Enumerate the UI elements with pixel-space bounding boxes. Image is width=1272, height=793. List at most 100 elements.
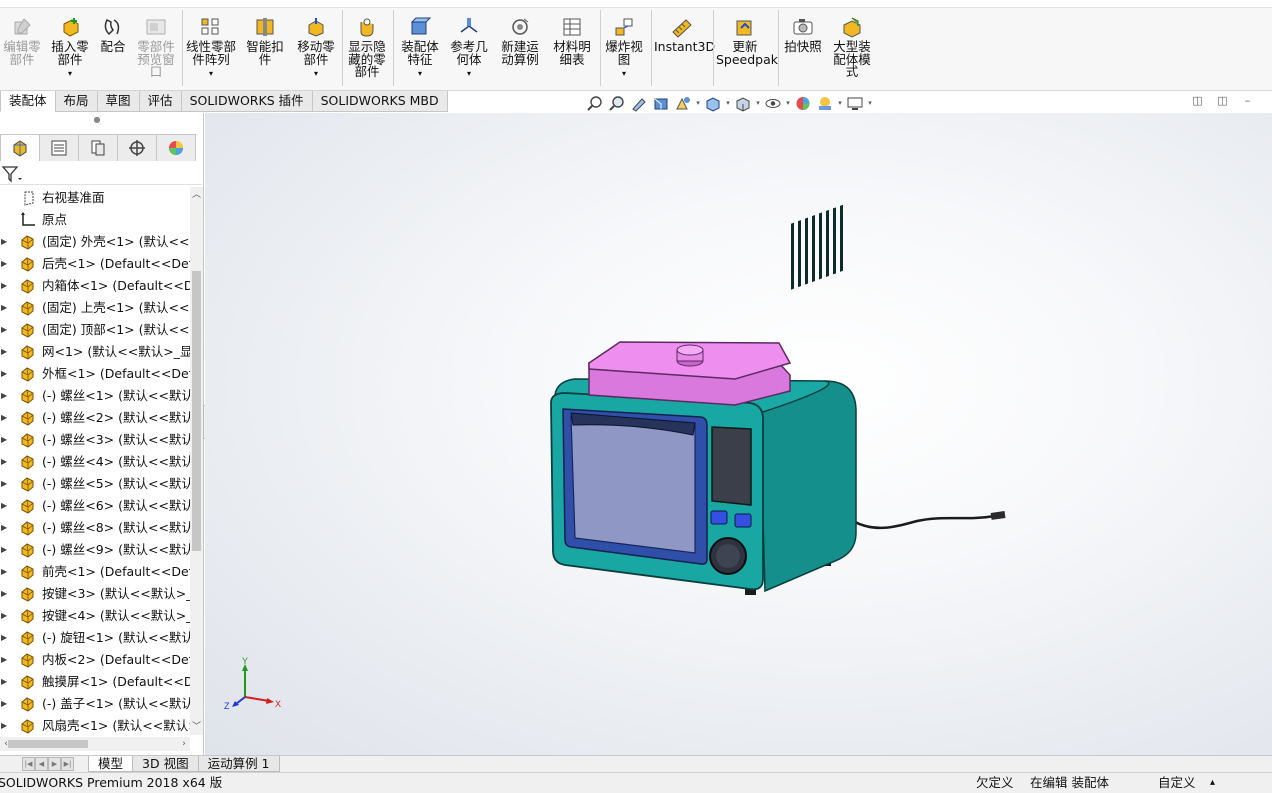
expand-arrow-icon[interactable]: ▶: [1, 649, 9, 671]
expand-arrow-icon[interactable]: ▶: [1, 341, 9, 363]
tree-item[interactable]: ▶ (固定) 上壳<1> (默认<<默: [0, 297, 190, 319]
tree-item[interactable]: ▶ 内板<2> (Default<<Defau: [0, 649, 190, 671]
scroll-right-icon[interactable]: ›: [178, 737, 190, 751]
bottom-tab[interactable]: 运动算例 1: [197, 756, 280, 772]
ribbon-button[interactable]: 编辑零 部件: [0, 12, 44, 88]
tree-horizontal-scrollbar[interactable]: ‹ ›: [0, 737, 190, 751]
ribbon-button[interactable]: 装配体 特征 ▾: [397, 12, 443, 88]
scrollbar-thumb[interactable]: [192, 271, 201, 551]
tree-item[interactable]: ▶ 内箱体<1> (Default<<Def: [0, 275, 190, 297]
view-tool-button[interactable]: [732, 94, 754, 112]
scroll-down-icon[interactable]: ﹀: [190, 721, 203, 733]
tree-item[interactable]: ▶ (-) 螺丝<9> (默认<<默认>: [0, 539, 190, 561]
dropdown-arrow-icon[interactable]: ▾: [447, 68, 491, 81]
tile-right-icon[interactable]: ◫: [1216, 95, 1229, 108]
expand-arrow-icon[interactable]: ▶: [1, 429, 9, 451]
manager-tab[interactable]: [78, 134, 118, 161]
tree-item[interactable]: ▶ (固定) 顶部<1> (默认<<默: [0, 319, 190, 341]
ribbon-button[interactable]: 爆炸视 图 ▾: [601, 12, 647, 88]
expand-arrow-icon[interactable]: ▶: [1, 297, 9, 319]
ribbon-button[interactable]: 智能扣 件: [243, 12, 287, 88]
unit-system[interactable]: 自定义: [1158, 773, 1196, 792]
command-tab[interactable]: 布局: [54, 91, 98, 112]
dropdown-arrow-icon[interactable]: ▾: [48, 68, 92, 81]
tree-item[interactable]: ▶ 触摸屏<1> (Default<<Def: [0, 671, 190, 693]
tree-item[interactable]: ▶ (-) 旋钮<1> (默认<<默认>: [0, 627, 190, 649]
view-tool-button[interactable]: [650, 94, 672, 112]
command-tab[interactable]: SOLIDWORKS MBD: [311, 91, 448, 112]
tree-item[interactable]: ▶ (-) 螺丝<5> (默认<<默认>: [0, 473, 190, 495]
tree-item[interactable]: ▶ (-) 螺丝<3> (默认<<默认>: [0, 429, 190, 451]
expand-arrow-icon[interactable]: ▶: [1, 407, 9, 429]
ribbon-button[interactable]: 零部件 预览窗 口: [134, 12, 178, 88]
ribbon-button[interactable]: 插入零 部件 ▾: [48, 12, 92, 88]
tree-item[interactable]: ▶ 网<1> (默认<<默认>_显示: [0, 341, 190, 363]
last-tab-icon[interactable]: ▶|: [61, 757, 74, 771]
expand-arrow-icon[interactable]: ▶: [1, 451, 9, 473]
tree-item[interactable]: ▶ 前壳<1> (Default<<Defau: [0, 561, 190, 583]
ribbon-button[interactable]: 更新 Speedpak: [716, 12, 778, 88]
filter-icon[interactable]: [1, 164, 23, 184]
expand-arrow-icon[interactable]: ▶: [1, 561, 9, 583]
tile-left-icon[interactable]: ◫: [1191, 95, 1204, 108]
tree-item[interactable]: ▶ 风扇壳<1> (默认<<默认>_: [0, 715, 190, 735]
tree-item[interactable]: ▶ (-) 螺丝<6> (默认<<默认>: [0, 495, 190, 517]
dropdown-arrow-icon[interactable]: ▾: [601, 68, 647, 81]
dropdown-arrow-icon[interactable]: ▾: [754, 99, 762, 107]
expand-arrow-icon[interactable]: ▶: [1, 517, 9, 539]
toaster-oven-model[interactable]: [550, 204, 1006, 595]
tree-item[interactable]: ▶ (-) 螺丝<1> (默认<<默认>: [0, 385, 190, 407]
expand-arrow-icon[interactable]: ▶: [1, 715, 9, 735]
graphics-canvas[interactable]: Y X Z: [205, 113, 1272, 755]
tree-item[interactable]: 原点: [0, 209, 190, 231]
tree-item[interactable]: ▶ 外框<1> (Default<<Defau: [0, 363, 190, 385]
view-tool-button[interactable]: [584, 94, 606, 112]
graphics-area[interactable]: Y X Z: [205, 113, 1272, 755]
command-tab[interactable]: 装配体: [0, 91, 56, 112]
tree-item[interactable]: ▶ (-) 盖子<1> (默认<<默认>: [0, 693, 190, 715]
dropdown-arrow-icon[interactable]: ▾: [183, 68, 239, 81]
command-tab[interactable]: SOLIDWORKS 插件: [180, 91, 313, 112]
command-tab[interactable]: 草图: [96, 91, 140, 112]
scrollbar-thumb[interactable]: [8, 740, 88, 748]
dropdown-arrow-icon[interactable]: ▾: [724, 99, 732, 107]
expand-arrow-icon[interactable]: ▶: [1, 495, 9, 517]
ribbon-button[interactable]: 拍快照: [780, 12, 826, 88]
expand-arrow-icon[interactable]: ▶: [1, 539, 9, 561]
bottom-tab[interactable]: 3D 视图: [132, 756, 199, 772]
expand-arrow-icon[interactable]: ▶: [1, 385, 9, 407]
panel-grip-icon[interactable]: ●: [93, 116, 101, 124]
tree-item[interactable]: ▶ (固定) 外壳<1> (默认<<默: [0, 231, 190, 253]
tree-item[interactable]: ▶ 后壳<1> (Default<<Defau: [0, 253, 190, 275]
prev-tab-icon[interactable]: ◀: [35, 757, 48, 771]
expand-arrow-icon[interactable]: ▶: [1, 605, 9, 627]
tree-item[interactable]: ▶ (-) 螺丝<4> (默认<<默认>: [0, 451, 190, 473]
ribbon-button[interactable]: 移动零 部件 ▾: [293, 12, 339, 88]
dropdown-arrow-icon[interactable]: ▾: [836, 99, 844, 107]
dropdown-arrow-icon[interactable]: ▾: [866, 99, 874, 107]
next-tab-icon[interactable]: ▶: [48, 757, 61, 771]
command-tab[interactable]: 评估: [138, 91, 182, 112]
view-tool-button[interactable]: [792, 94, 814, 112]
view-tool-button[interactable]: [702, 94, 724, 112]
view-tool-button[interactable]: [628, 94, 650, 112]
dropdown-arrow-icon[interactable]: ▾: [293, 68, 339, 81]
expand-arrow-icon[interactable]: ▶: [1, 671, 9, 693]
expand-arrow-icon[interactable]: ▶: [1, 693, 9, 715]
tree-item[interactable]: ▶ 按键<3> (默认<<默认>_显: [0, 583, 190, 605]
manager-tab[interactable]: [156, 134, 196, 161]
view-tool-button[interactable]: [814, 94, 836, 112]
expand-arrow-icon[interactable]: ▶: [1, 363, 9, 385]
expand-arrow-icon[interactable]: ▶: [1, 583, 9, 605]
tree-item[interactable]: ▶ 按键<4> (默认<<默认>_显: [0, 605, 190, 627]
view-tool-button[interactable]: [672, 94, 694, 112]
ribbon-button[interactable]: 线性零部 件阵列 ▾: [183, 12, 239, 88]
minimize-icon[interactable]: –: [1241, 95, 1254, 108]
expand-arrow-icon[interactable]: ▶: [1, 275, 9, 297]
expand-arrow-icon[interactable]: ▶: [1, 473, 9, 495]
tree-item[interactable]: 右视基准面: [0, 187, 190, 209]
scroll-up-icon[interactable]: ︿: [190, 189, 203, 201]
manager-tab[interactable]: [117, 134, 157, 161]
manager-tab[interactable]: [0, 134, 40, 161]
dropdown-arrow-icon[interactable]: ▾: [784, 99, 792, 107]
